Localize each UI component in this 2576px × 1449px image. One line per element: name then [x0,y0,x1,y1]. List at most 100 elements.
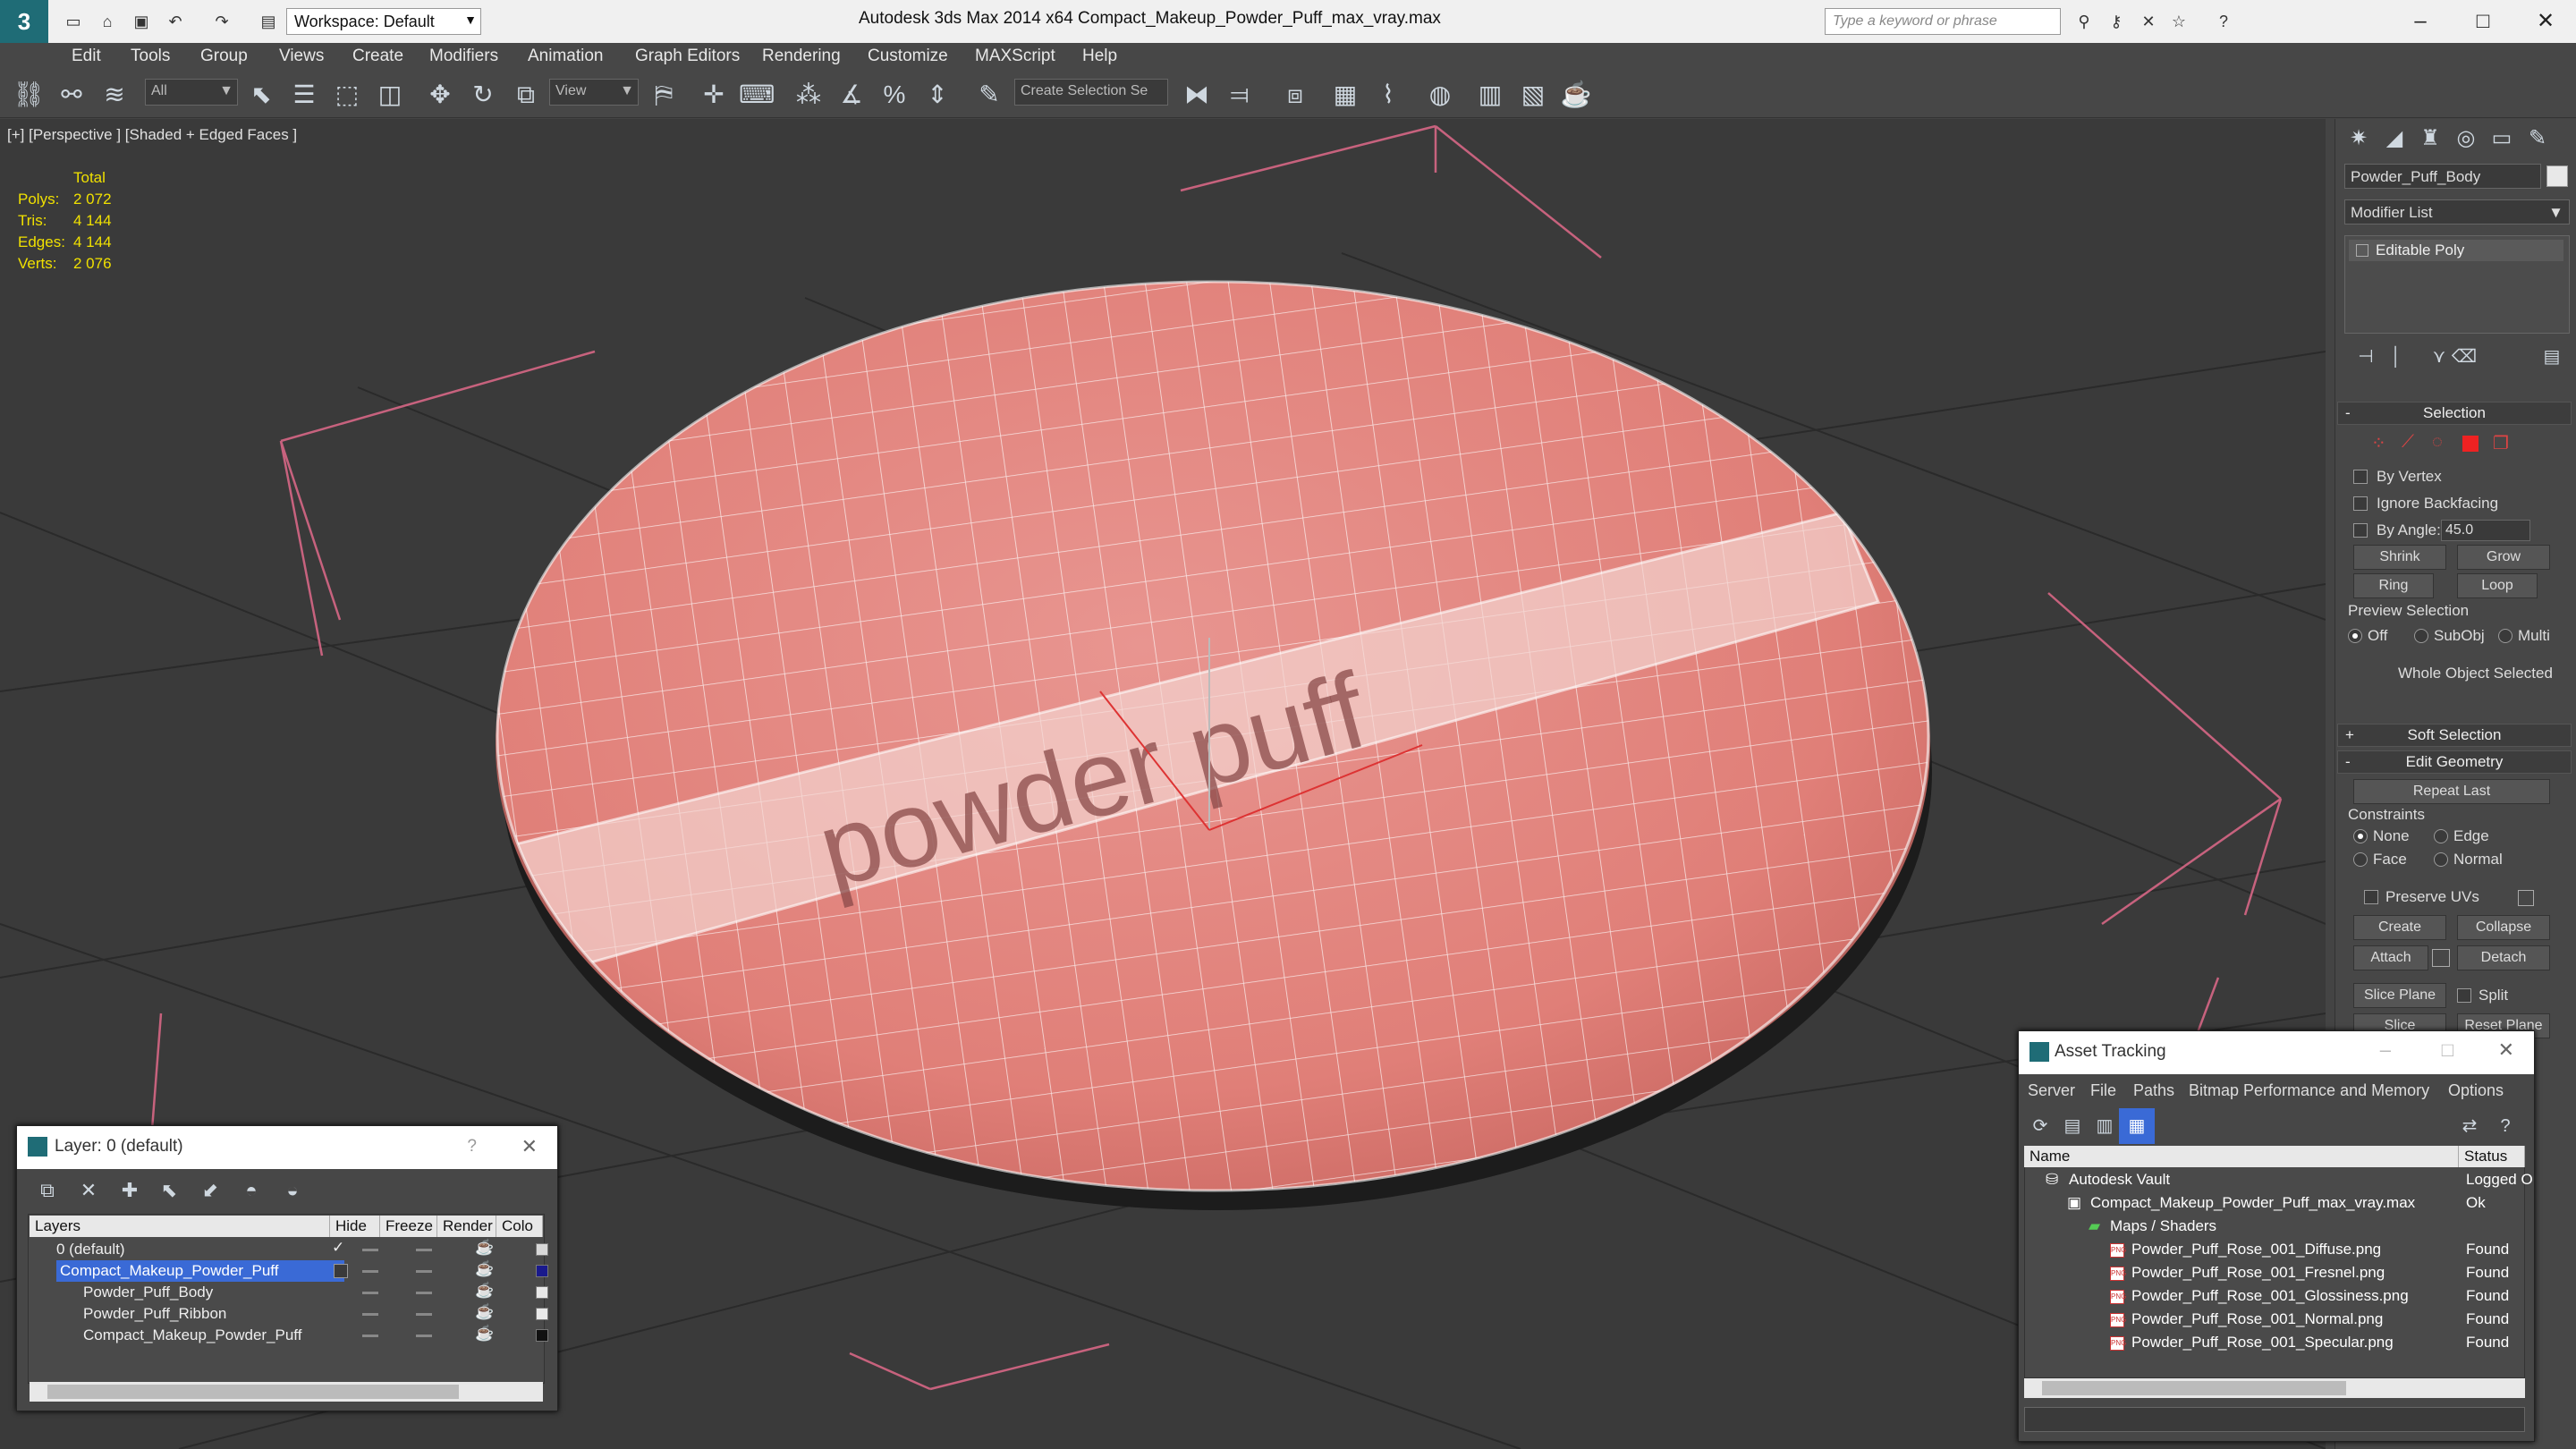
workspace-dropdown[interactable]: Workspace: Default ▼ [286,8,481,35]
open-file-icon[interactable]: ⌂ [97,11,118,32]
freeze-toggle[interactable] [416,1249,432,1251]
asset-path-field[interactable] [2024,1407,2525,1432]
shrink-button[interactable]: Shrink [2353,545,2446,570]
preview-multi-radio[interactable] [2498,629,2512,643]
column-render[interactable]: Render [437,1216,496,1237]
column-freeze[interactable]: Freeze [380,1216,437,1237]
asset-row[interactable]: PNG Powder_Puff_Rose_001_Diffuse.png Fou… [2024,1239,2518,1262]
help-icon[interactable]: ? [2487,1108,2523,1144]
asset-row[interactable]: PNG Powder_Puff_Rose_001_Specular.png Fo… [2024,1332,2518,1355]
rect-selection-icon[interactable]: ⬚ [329,77,365,113]
highlight-selected-icon[interactable]: ⬋ [192,1173,228,1208]
utilities-tab-icon[interactable]: ✎ [2520,121,2555,157]
vertex-mode-icon[interactable]: ⁘ [2371,432,2386,454]
key-icon[interactable]: ⚷ [2106,11,2127,32]
freeze-toggle[interactable] [416,1270,432,1273]
layer-manager-icon[interactable]: ⧈ [1277,77,1313,113]
close-icon[interactable]: ✕ [2528,5,2563,38]
hierarchy-tab-icon[interactable]: ♜ [2412,121,2448,157]
asset-row[interactable]: PNG Powder_Puff_Rose_001_Fresnel.png Fou… [2024,1262,2518,1285]
asset-row[interactable]: PNG Powder_Puff_Rose_001_Glossiness.png … [2024,1285,2518,1309]
horizontal-scrollbar[interactable] [2024,1378,2525,1398]
element-mode-icon[interactable]: ❐ [2493,432,2509,454]
select-object-icon[interactable]: ⬉ [243,77,279,113]
loop-button[interactable]: Loop [2457,573,2538,598]
minimize-icon[interactable]: – [2402,5,2438,38]
layer-color-swatch[interactable] [536,1308,548,1320]
refresh-icon[interactable]: ⟳ [2022,1108,2058,1144]
hide-toggle[interactable] [362,1335,378,1337]
layer-color-swatch[interactable] [536,1243,548,1256]
create-button[interactable]: Create [2353,915,2446,940]
app-logo-icon[interactable]: 3 [0,0,48,43]
bind-spacewarp-icon[interactable]: ≋ [97,77,132,113]
menu-group[interactable]: Group [200,47,248,66]
menu-graph-editors[interactable]: Graph Editors [635,47,740,66]
star-icon[interactable]: ☆ [2168,11,2190,32]
asset-window-titlebar[interactable]: Asset Tracking – □ ✕ [2019,1031,2534,1074]
freeze-toggle[interactable] [416,1292,432,1294]
preserve-uvs-settings-icon[interactable] [2518,890,2534,906]
column-name[interactable]: Name [2024,1146,2459,1167]
asset-menu-options[interactable]: Options [2448,1081,2504,1100]
by-vertex-checkbox[interactable] [2353,470,2368,484]
asset-row[interactable]: PNG Powder_Puff_Rose_001_Normal.png Foun… [2024,1309,2518,1332]
active-layer-checkbox[interactable] [334,1264,348,1278]
window-crossing-icon[interactable]: ◫ [372,77,408,113]
maximize-icon[interactable]: □ [2465,5,2501,38]
detach-button[interactable]: Detach [2457,945,2550,970]
select-by-name-icon[interactable]: ☰ [286,77,322,113]
maximize-icon[interactable]: □ [2442,1038,2453,1062]
link-icon[interactable]: ⛓ [11,77,47,113]
minimize-icon[interactable]: – [2380,1038,2391,1062]
asset-menu-bitmap[interactable]: Bitmap Performance and Memory [2189,1081,2429,1100]
asset-row[interactable]: ▣ Compact_Makeup_Powder_Puff_max_vray.ma… [2024,1192,2518,1216]
binoculars-icon[interactable]: ⚲ [2073,11,2095,32]
constraint-none-radio[interactable] [2353,829,2368,843]
ignore-backfacing-checkbox[interactable] [2353,496,2368,511]
modify-tab-icon[interactable]: ◢ [2377,121,2412,157]
active-layer-check-icon[interactable]: ✓ [332,1239,344,1257]
angle-snap-icon[interactable]: ∡ [834,77,869,113]
layer-row[interactable]: 0 (default) ✓ ☕ [31,1239,552,1260]
layer-window-titlebar[interactable]: Layer: 0 (default) ? ✕ [17,1126,557,1169]
vault-login-icon[interactable]: ⇄ [2452,1108,2487,1144]
stack-item-editable-poly[interactable]: Editable Poly [2349,240,2563,261]
snaps-toggle-icon[interactable]: ⁂ [791,77,826,113]
column-hide[interactable]: Hide [330,1216,380,1237]
scroll-thumb[interactable] [2042,1381,2346,1395]
asset-menu-paths[interactable]: Paths [2133,1081,2174,1100]
reference-coord-dropdown[interactable]: View ▼ [549,79,639,106]
object-color-swatch[interactable] [2546,165,2568,187]
teapot-icon[interactable]: ☕ [475,1303,494,1321]
constraint-face-radio[interactable] [2353,852,2368,867]
undo-icon[interactable]: ↶ [165,11,186,32]
rotate-icon[interactable]: ↻ [465,77,501,113]
project-folder-icon[interactable]: ▤ [258,11,279,32]
hide-toggle[interactable] [362,1313,378,1316]
slice-plane-button[interactable]: Slice Plane [2353,983,2446,1008]
move-icon[interactable]: ✥ [422,77,458,113]
teapot-icon[interactable]: ☕ [475,1239,494,1257]
preserve-uvs-checkbox[interactable] [2364,890,2378,904]
close-icon[interactable]: ✕ [521,1135,538,1158]
redo-icon[interactable]: ↷ [211,11,233,32]
attach-list-icon[interactable] [2432,949,2450,967]
viewport-label[interactable]: [+] [Perspective ] [Shaded + Edged Faces… [7,126,297,144]
freeze-all-icon[interactable]: ◒ [275,1173,310,1208]
hide-toggle[interactable] [362,1249,378,1251]
menu-customize[interactable]: Customize [868,47,948,66]
hide-toggle[interactable] [362,1270,378,1273]
named-selection-dropdown[interactable]: Create Selection Se [1014,79,1168,106]
constraint-normal-radio[interactable] [2434,852,2448,867]
hide-toggle[interactable] [362,1292,378,1294]
scroll-thumb[interactable] [47,1385,459,1399]
thumbnail-view-icon[interactable]: ▥ [2087,1108,2123,1144]
preview-subobj-radio[interactable] [2414,629,2428,643]
save-file-icon[interactable]: ▣ [131,11,152,32]
column-status[interactable]: Status [2459,1146,2525,1167]
layer-color-swatch[interactable] [536,1329,548,1342]
menu-create[interactable]: Create [352,47,403,66]
new-file-icon[interactable]: ▭ [63,11,84,32]
configure-sets-icon[interactable]: ▤ [2534,339,2570,375]
